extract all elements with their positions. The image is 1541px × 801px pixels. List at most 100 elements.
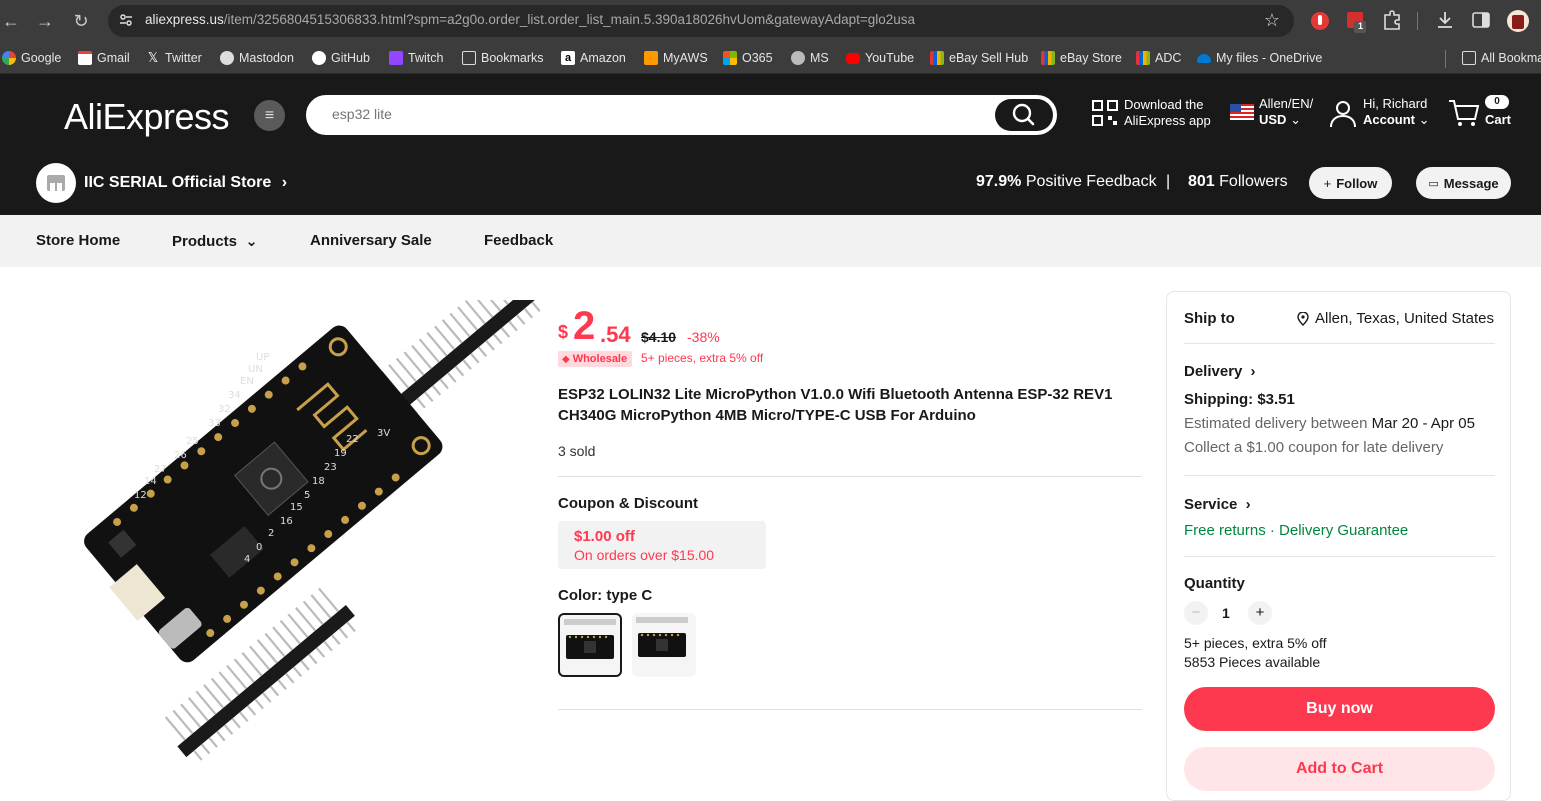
user-icon[interactable] <box>1328 98 1358 133</box>
follow-button[interactable]: + Follow <box>1309 167 1392 199</box>
price-currency: $ <box>558 322 569 342</box>
download-icon[interactable] <box>1434 9 1458 33</box>
account-menu[interactable]: Hi, Richard Account ⌄ <box>1363 96 1430 128</box>
url-text: aliexpress.us/item/3256804515306833.html… <box>145 12 916 27</box>
coupon-condition: On orders over $15.00 <box>574 547 715 563</box>
bookmark-github[interactable]: GitHub <box>312 49 370 67</box>
youtube-icon <box>846 52 860 64</box>
quantity-decrease-button[interactable]: − <box>1184 601 1208 625</box>
locale-selector[interactable]: Allen/EN/ USD ⌄ <box>1259 96 1313 128</box>
bookmark-all-bookmarks[interactable]: All Bookmarks <box>1462 49 1541 67</box>
message-button[interactable]: ▭ Message <box>1416 167 1511 199</box>
color-swatch-micro-usb[interactable] <box>632 613 696 677</box>
nav-feedback[interactable]: Feedback <box>484 232 553 249</box>
site-info-icon[interactable] <box>117 12 135 30</box>
add-to-cart-button[interactable]: Add to Cart <box>1184 747 1495 791</box>
download-app-link[interactable]: Download the AliExpress app <box>1124 97 1211 129</box>
ship-to-label: Ship to <box>1184 310 1235 327</box>
nav-products[interactable]: Products ⌄ <box>172 232 258 250</box>
pin-label: 34 <box>228 390 241 401</box>
quantity-value[interactable]: 1 <box>1222 605 1230 621</box>
extensions-puzzle-icon[interactable] <box>1381 9 1405 33</box>
bookmark-label: Amazon <box>580 51 626 65</box>
locale-line1: Allen/EN/ <box>1259 96 1314 111</box>
product-title: ESP32 LOLIN32 Lite MicroPython V1.0.0 Wi… <box>558 386 1113 424</box>
address-bar[interactable]: aliexpress.us/item/3256804515306833.html… <box>108 5 1294 37</box>
bookmark-label: YouTube <box>865 51 915 65</box>
bookmark-myaws[interactable]: MyAWS <box>644 49 708 67</box>
github-icon <box>312 51 326 65</box>
onedrive-icon <box>1197 53 1211 63</box>
back-icon[interactable]: ← <box>0 10 22 32</box>
pin-label: 18 <box>312 476 325 487</box>
followers-label: Followers <box>1219 173 1288 190</box>
search-button[interactable] <box>995 99 1053 131</box>
feedback-percent: 97.9% <box>976 173 1022 190</box>
bookmark-star-icon[interactable]: ☆ <box>1264 10 1280 31</box>
pin-label: 32 <box>218 404 231 415</box>
cart-icon[interactable] <box>1448 98 1480 133</box>
bookmark-twitch[interactable]: Twitch <box>389 49 443 67</box>
nav-store-home[interactable]: Store Home <box>36 232 120 249</box>
bookmark-label: Gmail <box>97 51 130 65</box>
bookmark-ebay-store[interactable]: eBay Store <box>1041 49 1122 67</box>
pin-label: 27 <box>154 464 167 475</box>
store-name[interactable]: IIC SERIAL Official Store › <box>84 174 287 192</box>
store-nav: Store Home Products ⌄ Anniversary Sale F… <box>0 215 1541 267</box>
site-header: AliExpress ≡ Download the AliExpress app… <box>0 74 1541 215</box>
ship-to-location[interactable]: Allen, Texas, United States <box>1297 310 1494 327</box>
bookmark-folder-bookmarks[interactable]: Bookmarks <box>462 49 544 67</box>
cart-label[interactable]: Cart <box>1485 112 1511 128</box>
chevron-down-icon: ⌄ <box>1290 112 1301 127</box>
bookmark-label: All Bookmarks <box>1481 51 1541 65</box>
folder-icon <box>1462 51 1476 65</box>
bookmarks-bar: Google Gmail 𝕏 Twitter Mastodon GitHub Tw… <box>0 42 1541 74</box>
buy-now-button[interactable]: Buy now <box>1184 687 1495 731</box>
profile-avatar[interactable] <box>1506 9 1530 33</box>
chevron-down-icon: ⌄ <box>1418 112 1430 127</box>
service-link[interactable]: Service › <box>1184 496 1251 513</box>
wholesale-badge: ◆ Wholesale <box>558 351 633 367</box>
aliexpress-logo[interactable]: AliExpress <box>64 96 230 138</box>
bookmark-youtube[interactable]: YouTube <box>846 49 914 67</box>
gmail-icon <box>78 51 92 65</box>
delivery-link[interactable]: Delivery › <box>1184 363 1256 380</box>
late-delivery-coupon: Collect a $1.00 coupon for late delivery <box>1184 439 1444 456</box>
bookmark-label: Twitch <box>408 51 444 65</box>
ebay-icon <box>1041 51 1055 65</box>
cart-count-badge: 0 <box>1485 95 1509 109</box>
bookmark-google[interactable]: Google <box>2 49 61 67</box>
bookmark-gmail[interactable]: Gmail <box>78 49 130 67</box>
bookmark-amazon[interactable]: a Amazon <box>561 49 626 67</box>
bookmark-onedrive[interactable]: My files - OneDrive <box>1197 49 1322 67</box>
qr-code-icon[interactable] <box>1092 100 1118 131</box>
ship-to-value: Allen, Texas, United States <box>1315 310 1494 327</box>
search-input[interactable] <box>332 106 972 122</box>
estimated-delivery: Estimated delivery between Mar 20 - Apr … <box>1184 415 1475 432</box>
color-swatch-type-c[interactable] <box>558 613 622 677</box>
bookmark-label: Google <box>21 51 62 65</box>
nav-anniversary-sale[interactable]: Anniversary Sale <box>310 232 432 249</box>
store-logo[interactable] <box>36 163 76 203</box>
quantity-increase-button[interactable]: + <box>1248 601 1272 625</box>
shipping-cost: Shipping: $3.51 <box>1184 391 1295 408</box>
chevron-right-icon: › <box>1250 363 1256 380</box>
forward-icon[interactable]: → <box>34 10 56 32</box>
coupon-card[interactable]: $1.00 off On orders over $15.00 <box>558 521 766 569</box>
calendar-extension-icon[interactable]: 1 <box>1344 9 1368 33</box>
mastodon-icon <box>220 51 234 65</box>
adblock-extension-icon[interactable] <box>1308 9 1332 33</box>
followers-count: 801 <box>1188 173 1215 190</box>
bookmark-mastodon[interactable]: Mastodon <box>220 49 294 67</box>
menu-icon[interactable]: ≡ <box>254 100 285 131</box>
bookmark-twitter[interactable]: 𝕏 Twitter <box>146 49 202 67</box>
wholesale-text: 5+ pieces, extra 5% off <box>641 351 764 365</box>
bookmark-ms[interactable]: MS <box>791 49 829 67</box>
store-name-text: IIC SERIAL Official Store <box>84 174 272 191</box>
reload-icon[interactable]: ↻ <box>70 10 92 32</box>
product-image[interactable]: UP UN EN 34 32 33 25 26 27 14 12 3V 22 1… <box>40 267 541 780</box>
bookmark-o365[interactable]: O365 <box>723 49 773 67</box>
side-panel-icon[interactable] <box>1470 9 1494 33</box>
bookmark-adc[interactable]: ADC <box>1136 49 1181 67</box>
bookmark-ebay-sell-hub[interactable]: eBay Sell Hub <box>930 49 1028 67</box>
